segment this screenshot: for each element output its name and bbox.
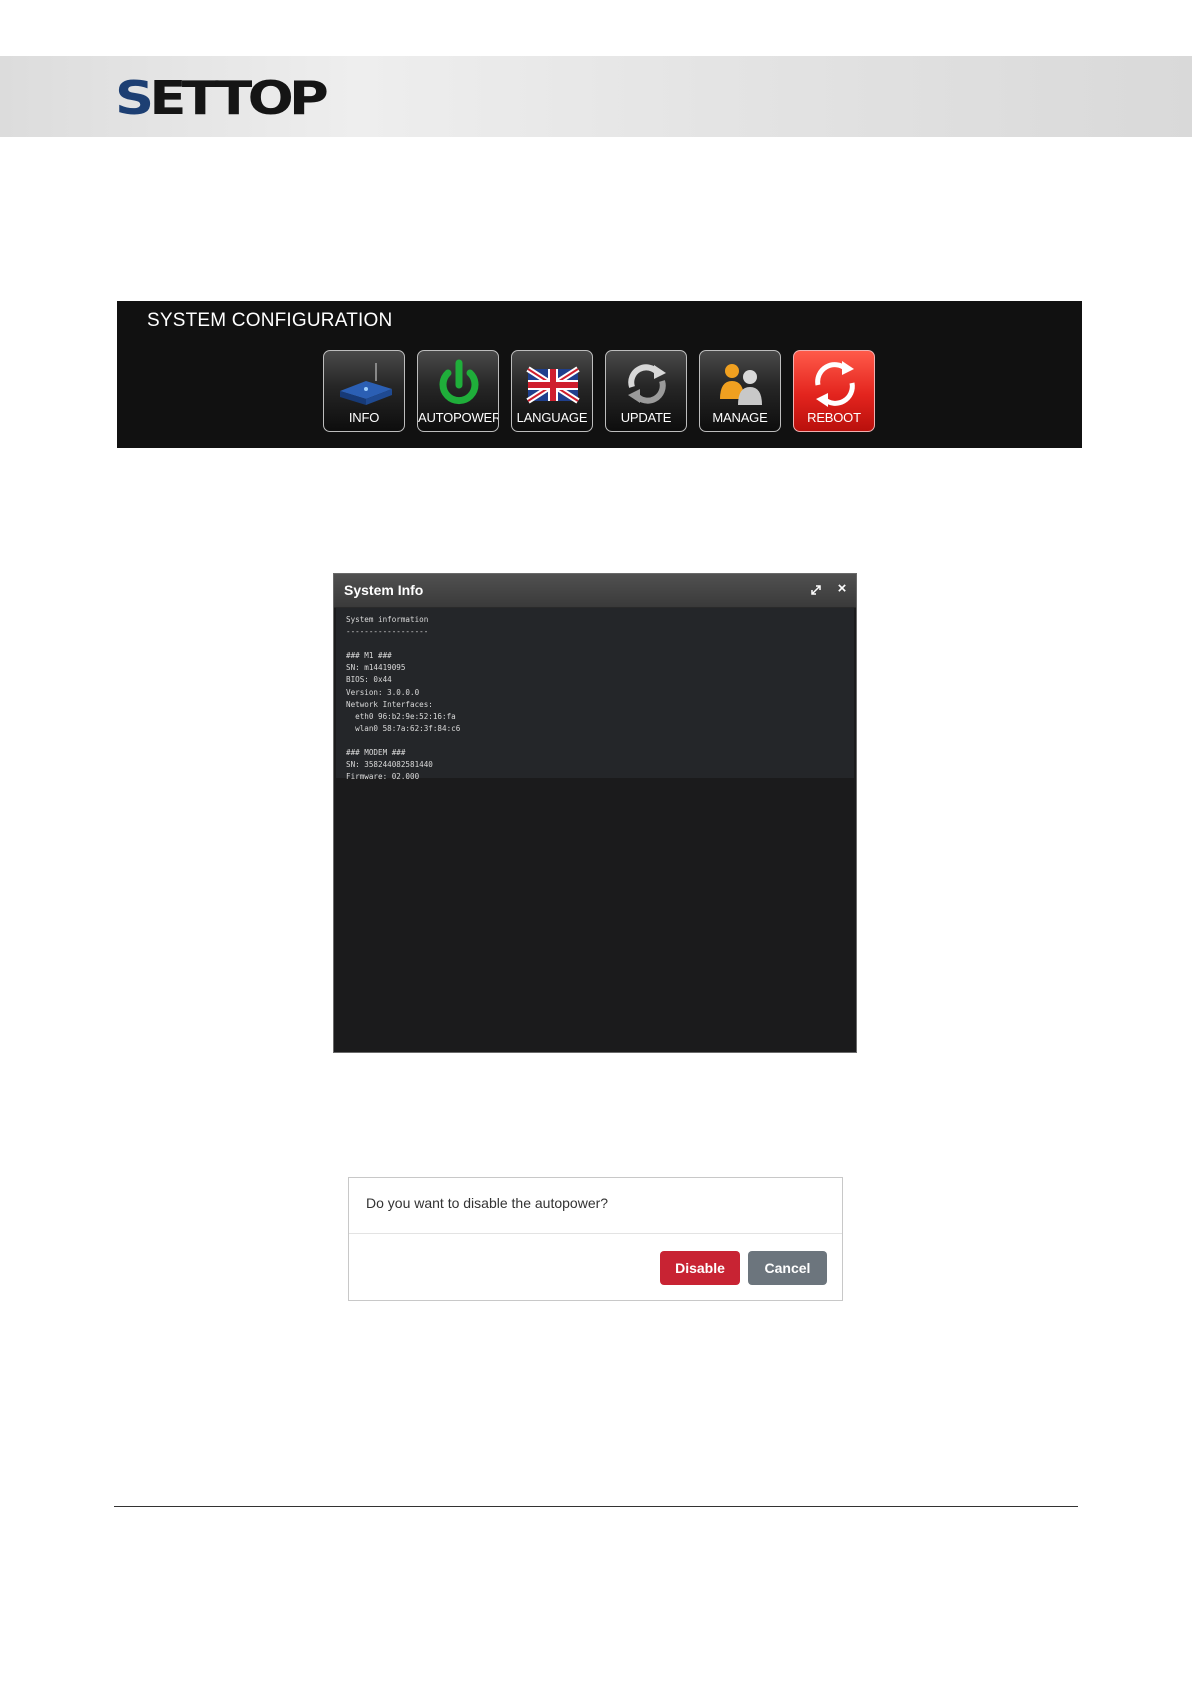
settop-logo: SETTOP xyxy=(115,71,329,125)
reboot-button[interactable]: REBOOT xyxy=(793,350,875,432)
info-button[interactable]: INFO xyxy=(323,350,405,432)
expand-icon[interactable] xyxy=(809,583,823,597)
tile-label: UPDATE xyxy=(620,410,672,425)
uk-flag-icon xyxy=(526,366,580,404)
system-info-text: System information ------------------ ##… xyxy=(346,615,461,782)
window-titlebar: System Info × xyxy=(334,574,856,608)
dialog-message: Do you want to disable the autopower? xyxy=(366,1195,609,1211)
cancel-button[interactable]: Cancel xyxy=(748,1251,827,1285)
manage-button[interactable]: MANAGE xyxy=(699,350,781,432)
close-icon[interactable]: × xyxy=(834,580,850,598)
disable-button[interactable]: Disable xyxy=(660,1251,740,1285)
tile-label: MANAGE xyxy=(712,410,768,425)
dialog-divider xyxy=(349,1233,842,1234)
panel-title: SYSTEM CONFIGURATION xyxy=(147,310,393,331)
power-icon xyxy=(439,359,479,405)
footer-rule xyxy=(114,1506,1078,1507)
tile-label: REBOOT xyxy=(807,410,861,425)
refresh-icon xyxy=(628,364,666,404)
tile-label: AUTOPOWER xyxy=(418,410,499,425)
router-icon xyxy=(340,363,392,405)
system-info-window: System Info × System information -------… xyxy=(333,573,857,1053)
language-button[interactable]: LANGUAGE xyxy=(511,350,593,432)
users-icon xyxy=(720,364,762,405)
tile-label: LANGUAGE xyxy=(516,410,588,425)
confirm-dialog: Do you want to disable the autopower? Di… xyxy=(348,1177,843,1301)
autopower-button[interactable]: AUTOPOWER xyxy=(417,350,499,432)
update-button[interactable]: UPDATE xyxy=(605,350,687,432)
window-title: System Info xyxy=(344,582,424,598)
system-configuration-panel: SYSTEM CONFIGURATION INFO AUTOPOWER LANG… xyxy=(117,301,1082,448)
tile-label: INFO xyxy=(348,410,380,425)
reboot-icon xyxy=(815,361,855,407)
